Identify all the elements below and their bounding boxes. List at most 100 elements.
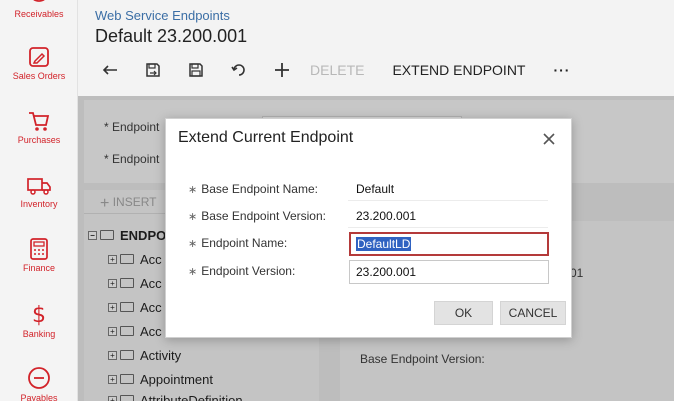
nav-item-payables[interactable]: Payables	[0, 366, 78, 401]
tree-item-label: Acc	[140, 299, 162, 315]
plus-icon: +	[100, 195, 110, 212]
selected-text: DefaultLD	[356, 237, 412, 251]
expand-icon: +	[108, 326, 117, 336]
expand-icon: +	[108, 374, 117, 384]
endpoint-name-label: * Endpoint	[104, 120, 160, 134]
plus-icon	[275, 63, 289, 77]
undo-icon	[231, 64, 245, 76]
tree-item-label: Acc	[140, 251, 162, 267]
tree-item[interactable]: + Appointment	[108, 370, 213, 388]
collapse-icon: −	[88, 230, 97, 240]
folder-icon	[120, 254, 134, 264]
base-endpoint-name-row: ∗ Base Endpoint Name: Default	[188, 178, 548, 202]
expand-icon: +	[108, 395, 117, 401]
save-button[interactable]	[181, 58, 211, 82]
undo-button[interactable]	[224, 58, 254, 82]
tree-item[interactable]: + Acc	[108, 274, 162, 292]
tree-item-label: Acc	[140, 323, 162, 339]
cart-icon	[29, 112, 50, 131]
endpoint-version-input[interactable]: 23.200.001	[349, 260, 549, 284]
endpoint-version-label: ∗ Endpoint Version:	[188, 264, 296, 278]
extend-endpoint-button[interactable]: EXTEND ENDPOINT	[392, 62, 525, 78]
endpoint-name-input[interactable]: DefaultLD	[349, 232, 549, 256]
nav-item-inventory[interactable]: Inventory	[0, 176, 78, 210]
tree-item-label: Activity	[140, 347, 182, 363]
folder-icon	[120, 278, 134, 288]
base-endpoint-version-label: Base Endpoint Version:	[360, 352, 485, 366]
insert-button[interactable]: + INSERT	[100, 195, 156, 213]
nav-item-label: Banking	[22, 329, 56, 339]
cancel-button[interactable]: CANCEL	[500, 301, 566, 325]
minus-circle-icon	[28, 367, 50, 389]
required-mark: ∗	[188, 238, 198, 250]
tree-item-label: AttributeDefinition	[140, 392, 243, 401]
toolbar: DELETE EXTEND ENDPOINT ···	[95, 58, 598, 82]
nav-item-sales-orders[interactable]: Sales Orders	[0, 46, 78, 82]
tree-item[interactable]: + AttributeDefinition	[108, 391, 243, 401]
add-button[interactable]	[267, 58, 297, 82]
folder-icon	[120, 350, 134, 360]
nav-item-label: Finance	[22, 263, 56, 273]
required-mark: ∗	[188, 266, 198, 278]
receivables-icon	[33, 0, 45, 2]
nav-item-finance[interactable]: Finance	[0, 238, 78, 274]
folder-icon	[100, 230, 114, 240]
folder-icon	[120, 302, 134, 312]
tree-item-label: Appointment	[140, 371, 213, 387]
nav-item-banking[interactable]: $ Banking	[0, 302, 78, 340]
dialog-title: Extend Current Endpoint	[178, 129, 354, 146]
page-header: Web Service Endpoints Default 23.200.001…	[78, 0, 674, 96]
required-mark: ∗	[188, 211, 198, 223]
more-actions-button[interactable]: ···	[553, 62, 570, 78]
back-arrow-icon	[102, 65, 117, 75]
save-close-icon	[146, 63, 160, 77]
extend-endpoint-dialog: Extend Current Endpoint ∗ Base Endpoint N…	[165, 118, 572, 338]
base-endpoint-version-label: ∗ Base Endpoint Version:	[188, 209, 326, 223]
sales-orders-icon	[29, 47, 49, 67]
endpoint-version-label: * Endpoint	[104, 152, 160, 166]
expand-icon: +	[108, 302, 117, 312]
version-value-fragment: 01	[570, 266, 584, 280]
endpoint-version-row: ∗ Endpoint Version: 23.200.001	[188, 260, 549, 284]
nav-item-purchases[interactable]: Purchases	[0, 110, 78, 146]
delete-button[interactable]: DELETE	[310, 62, 364, 78]
nav-item-receivables[interactable]: Receivables	[0, 0, 78, 20]
expand-icon: +	[108, 278, 117, 288]
dollar-icon: $	[32, 303, 46, 326]
nav-item-label: Sales Orders	[12, 71, 66, 81]
folder-icon	[120, 395, 134, 401]
svg-text:$: $	[32, 303, 46, 326]
tree-item[interactable]: + Activity	[108, 346, 181, 364]
ok-button[interactable]: OK	[434, 301, 493, 325]
endpoint-name-row: ∗ Endpoint Name: DefaultLD	[188, 232, 549, 256]
expand-icon: +	[108, 254, 117, 264]
base-endpoint-version-row: ∗ Base Endpoint Version: 23.200.001	[188, 205, 548, 229]
breadcrumb[interactable]: Web Service Endpoints	[95, 8, 230, 23]
calculator-icon	[30, 238, 48, 260]
save-close-button[interactable]	[138, 58, 168, 82]
tree-item[interactable]: + Acc	[108, 250, 162, 268]
nav-item-label: Receivables	[14, 9, 64, 19]
base-endpoint-name-label: ∗ Base Endpoint Name:	[188, 182, 318, 196]
tree-item[interactable]: + Acc	[108, 298, 162, 316]
close-icon	[543, 133, 555, 145]
side-navigation: Receivables Sales Orders Purchases Inven…	[0, 0, 78, 401]
folder-icon	[120, 374, 134, 384]
save-icon	[189, 63, 203, 77]
truck-icon	[27, 178, 51, 195]
required-mark: ∗	[188, 184, 198, 196]
endpoint-name-label: ∗ Endpoint Name:	[188, 236, 288, 250]
base-endpoint-name-value: Default	[356, 182, 395, 196]
page-title: Default 23.200.001	[95, 26, 248, 46]
divider	[348, 227, 548, 228]
close-button[interactable]	[541, 131, 557, 147]
tree-item-label: Acc	[140, 275, 162, 291]
back-button[interactable]	[95, 58, 125, 82]
nav-item-label: Purchases	[17, 135, 61, 145]
folder-icon	[120, 326, 134, 336]
insert-label: INSERT	[112, 195, 157, 209]
divider	[348, 200, 548, 201]
expand-icon: +	[108, 350, 117, 360]
nav-item-label: Payables	[20, 393, 58, 401]
tree-item[interactable]: + Acc	[108, 322, 162, 340]
